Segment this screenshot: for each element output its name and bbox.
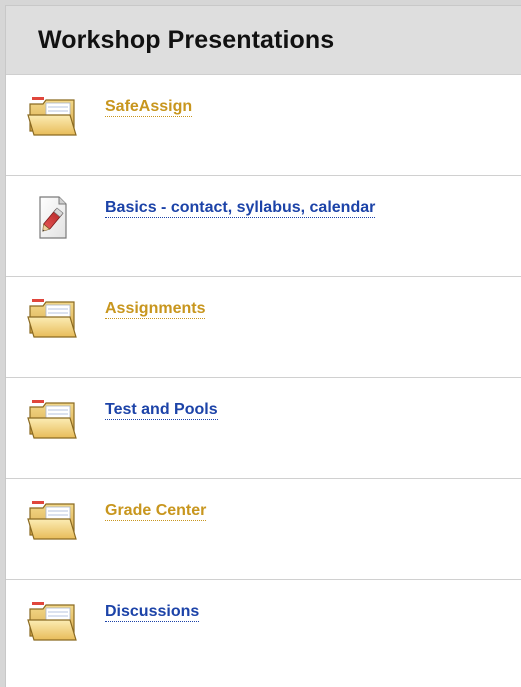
list-item: SafeAssign [6,75,521,176]
folder-icon[interactable] [26,499,78,543]
folder-icon[interactable] [26,297,78,341]
item-link-grade-center[interactable]: Grade Center [105,501,207,521]
list-item: Assignments [6,277,521,378]
content-area-frame: Workshop Presentations SafeAssign Basics… [5,5,521,687]
item-link-safeassign[interactable]: SafeAssign [105,97,193,117]
folder-icon[interactable] [26,600,78,644]
content-list: SafeAssign Basics - contact, syllabus, c… [6,75,521,681]
item-link-test-and-pools[interactable]: Test and Pools [105,400,218,420]
file-attachment-icon[interactable] [26,196,78,240]
list-item: Discussions [6,580,521,681]
list-item: Test and Pools [6,378,521,479]
list-item: Basics - contact, syllabus, calendar [6,176,521,277]
folder-icon[interactable] [26,398,78,442]
page-title: Workshop Presentations [38,26,335,54]
list-item: Grade Center [6,479,521,580]
item-link-basics[interactable]: Basics - contact, syllabus, calendar [105,198,376,218]
item-link-discussions[interactable]: Discussions [105,602,200,622]
folder-icon[interactable] [26,95,78,139]
page-header: Workshop Presentations [6,6,521,75]
item-link-assignments[interactable]: Assignments [105,299,206,319]
